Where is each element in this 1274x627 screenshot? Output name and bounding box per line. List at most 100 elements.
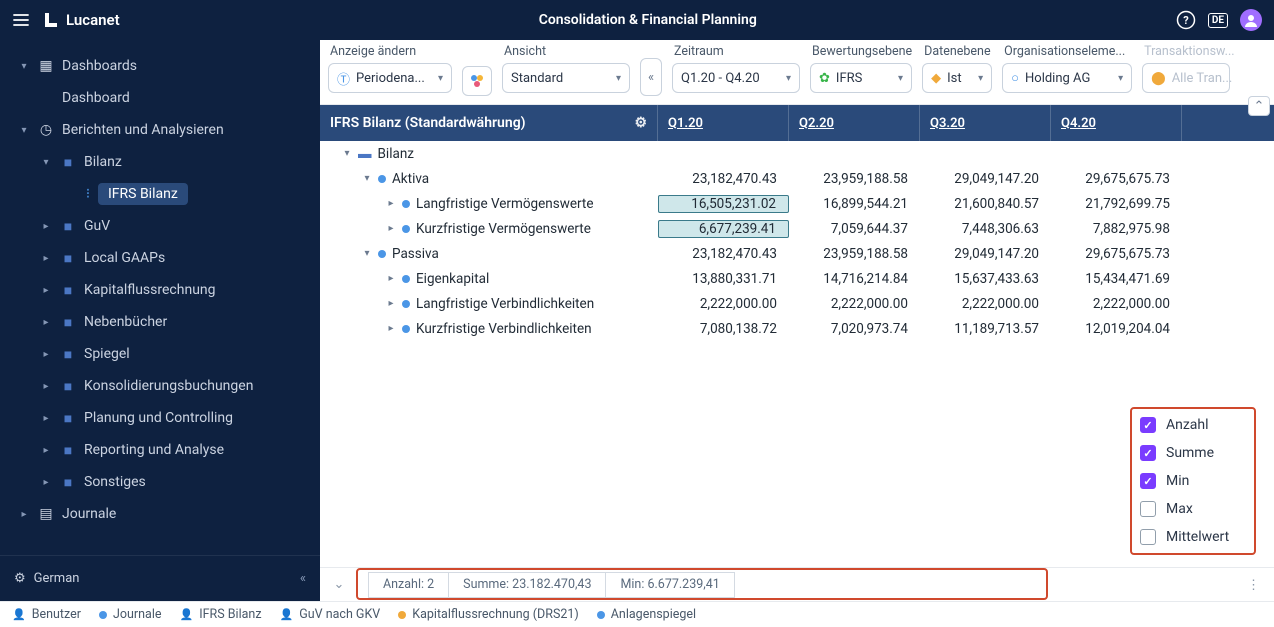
collapse-sidebar-icon[interactable]: « (300, 571, 306, 586)
row-label-cell[interactable]: ▸Langfristige Verbindlichkeiten (320, 296, 658, 312)
settings-icon[interactable]: ⚙ (634, 115, 647, 131)
data-cell[interactable]: 29,049,147.20 (920, 246, 1051, 262)
chevron-right-icon[interactable]: ▸ (386, 223, 396, 234)
nav-reports[interactable]: ▾◷Berichten und Analysieren (0, 114, 320, 146)
data-cell[interactable]: 11,189,713.57 (920, 321, 1051, 337)
data-cell[interactable]: 16,899,544.21 (789, 196, 920, 212)
data-cell[interactable]: 29,049,147.20 (920, 171, 1051, 187)
nav-nebenbuecher[interactable]: ▸■Nebenbücher (0, 306, 320, 338)
help-icon[interactable]: ? (1176, 10, 1196, 30)
nav-planung[interactable]: ▸■Planung und Controlling (0, 402, 320, 434)
expand-status-icon[interactable]: ⌄ (330, 577, 348, 592)
aggregate-option[interactable]: Max (1140, 501, 1246, 517)
breadcrumb-item[interactable]: Anlagenspiegel (597, 607, 696, 622)
filter-bewertung[interactable]: ✿IFRS▾ (810, 63, 912, 93)
table-row[interactable]: ▸Langfristige Vermögenswerte16,505,231.0… (320, 191, 1274, 216)
data-cell[interactable]: 12,019,204.04 (1051, 321, 1182, 337)
collapse-filters-button[interactable]: « (640, 58, 662, 96)
data-cell[interactable]: 14,716,214.84 (789, 271, 920, 287)
breadcrumb-item[interactable]: 👤Benutzer (12, 607, 81, 622)
data-cell[interactable]: 23,182,470.43 (658, 246, 789, 262)
data-cell[interactable]: 29,675,675.73 (1051, 171, 1182, 187)
nav-journale[interactable]: ▸▤Journale (0, 498, 320, 530)
table-row[interactable]: ▾Passiva23,182,470.4323,959,188.5829,049… (320, 241, 1274, 266)
nav-local-gaaps[interactable]: ▸■Local GAAPs (0, 242, 320, 274)
chevron-down-icon[interactable]: ▾ (362, 248, 372, 259)
col-header[interactable]: Q1.20 (658, 105, 789, 141)
filter-anzeige[interactable]: ⓉPeriodena...▾ (328, 63, 452, 93)
table-row[interactable]: ▾Aktiva23,182,470.4323,959,188.5829,049,… (320, 166, 1274, 191)
hamburger-icon[interactable] (12, 11, 30, 29)
data-cell[interactable]: 13,880,331.71 (658, 271, 789, 287)
table-row[interactable]: ▸Langfristige Verbindlichkeiten2,222,000… (320, 291, 1274, 316)
data-cell[interactable]: 7,059,644.37 (789, 221, 920, 237)
language-toggle[interactable]: DE (1208, 13, 1228, 28)
nav-ifrs-bilanz[interactable]: ⁝IFRS Bilanz (0, 178, 320, 210)
data-cell[interactable]: 2,222,000.00 (658, 296, 789, 312)
breadcrumb-item[interactable]: 👤IFRS Bilanz (180, 607, 262, 622)
row-label-cell[interactable]: ▸Langfristige Vermögenswerte (320, 196, 658, 212)
table-row[interactable]: ▸Kurzfristige Verbindlichkeiten7,080,138… (320, 316, 1274, 341)
user-avatar[interactable] (1240, 9, 1262, 31)
nav-kapitalfluss[interactable]: ▸■Kapitalflussrechnung (0, 274, 320, 306)
data-cell[interactable]: 21,792,699.75 (1051, 196, 1182, 212)
data-cell[interactable]: 23,959,188.58 (789, 171, 920, 187)
data-cell[interactable]: 2,222,000.00 (789, 296, 920, 312)
checkbox[interactable] (1140, 501, 1156, 517)
data-cell[interactable]: 2,222,000.00 (920, 296, 1051, 312)
data-cell[interactable]: 29,675,675.73 (1051, 246, 1182, 262)
aggregate-option[interactable]: Mittelwert (1140, 529, 1246, 545)
breadcrumb-item[interactable]: 👤GuV nach GKV (280, 607, 381, 622)
nav-guv[interactable]: ▸■GuV (0, 210, 320, 242)
col-header[interactable]: Q4.20 (1051, 105, 1182, 141)
data-cell[interactable]: 7,882,975.98 (1051, 221, 1182, 237)
row-label-cell[interactable]: ▸Kurzfristige Verbindlichkeiten (320, 321, 658, 337)
nav-dashboards[interactable]: ▾▦Dashboards (0, 50, 320, 82)
row-label-cell[interactable]: ▾Passiva (320, 246, 658, 262)
row-label-cell[interactable]: ▾▬Bilanz (320, 146, 658, 162)
filter-ansicht[interactable]: Standard▾ (502, 63, 630, 93)
data-cell[interactable]: 16,505,231.02 (658, 195, 789, 213)
table-row[interactable]: ▸Kurzfristige Vermögenswerte6,677,239.41… (320, 216, 1274, 241)
aggregate-option[interactable]: Summe (1140, 445, 1246, 461)
row-label-cell[interactable]: ▸Kurzfristige Vermögenswerte (320, 221, 658, 237)
data-cell[interactable]: 23,959,188.58 (789, 246, 920, 262)
checkbox[interactable] (1140, 417, 1156, 433)
data-cell[interactable]: 7,448,306.63 (920, 221, 1051, 237)
language-selector[interactable]: ⚙ German (14, 571, 79, 586)
view-toggle-button[interactable] (462, 66, 492, 96)
breadcrumb-item[interactable]: Journale (99, 607, 162, 622)
chevron-right-icon[interactable]: ▸ (386, 273, 396, 284)
nav-reporting[interactable]: ▸■Reporting und Analyse (0, 434, 320, 466)
row-label-cell[interactable]: ▸Eigenkapital (320, 271, 658, 287)
data-cell[interactable]: 6,677,239.41 (658, 220, 789, 238)
checkbox[interactable] (1140, 473, 1156, 489)
col-header[interactable]: Q3.20 (920, 105, 1051, 141)
chevron-right-icon[interactable]: ▸ (386, 298, 396, 309)
breadcrumb-item[interactable]: Kapitalflussrechnung (DRS21) (398, 607, 579, 622)
aggregate-option[interactable]: Anzahl (1140, 417, 1246, 433)
chevron-down-icon[interactable]: ▾ (342, 148, 352, 159)
table-row[interactable]: ▾▬Bilanz (320, 141, 1274, 166)
chevron-down-icon[interactable]: ▾ (362, 173, 372, 184)
data-cell[interactable]: 7,080,138.72 (658, 321, 789, 337)
row-label-cell[interactable]: ▾Aktiva (320, 171, 658, 187)
data-cell[interactable]: 2,222,000.00 (1051, 296, 1182, 312)
data-cell[interactable]: 15,637,433.63 (920, 271, 1051, 287)
table-row[interactable]: ▸Eigenkapital13,880,331.7114,716,214.841… (320, 266, 1274, 291)
data-cell[interactable]: 7,020,973.74 (789, 321, 920, 337)
nav-konsolidierung[interactable]: ▸■Konsolidierungsbuchungen (0, 370, 320, 402)
filter-zeitraum[interactable]: Q1.20 - Q4.20▾ (672, 63, 800, 93)
chevron-right-icon[interactable]: ▸ (386, 323, 396, 334)
data-cell[interactable]: 23,182,470.43 (658, 171, 789, 187)
filter-trans[interactable]: ⬤Alle Tran... (1142, 63, 1230, 93)
more-options-icon[interactable]: ⋮ (1247, 578, 1260, 593)
nav-bilanz[interactable]: ▾■Bilanz (0, 146, 320, 178)
aggregate-option[interactable]: Min (1140, 473, 1246, 489)
checkbox[interactable] (1140, 529, 1156, 545)
filter-org[interactable]: ○Holding AG▾ (1002, 63, 1132, 93)
col-header[interactable]: Q2.20 (789, 105, 920, 141)
chevron-right-icon[interactable]: ▸ (386, 198, 396, 209)
expand-panel-button[interactable]: ⌃ (1248, 96, 1270, 116)
data-cell[interactable]: 15,434,471.69 (1051, 271, 1182, 287)
